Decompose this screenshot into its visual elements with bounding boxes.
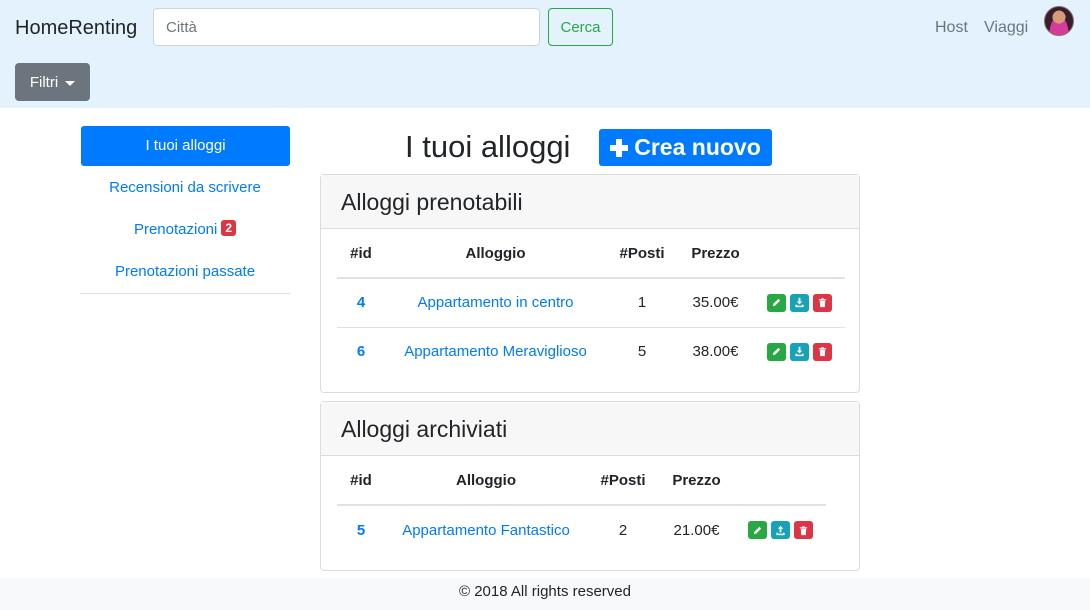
delete-button[interactable] [812, 342, 832, 361]
archive-button[interactable] [789, 293, 809, 312]
pencil-icon [772, 348, 780, 356]
listing-price: 38.00€ [692, 343, 739, 361]
listing-price: 35.00€ [678, 278, 753, 328]
row-actions [753, 278, 845, 328]
column-header-listing: Alloggio [385, 457, 587, 506]
column-header-actions [734, 457, 826, 506]
delete-button[interactable] [812, 293, 832, 312]
nav-host-link[interactable]: Host [935, 18, 968, 38]
table-row: 4 Appartamento in centro 1 35.00€ [337, 278, 845, 328]
listing-name-link[interactable]: Appartamento Fantastico [385, 505, 587, 554]
sidebar-nav: I tuoi alloggi Recensioni da scrivere Pr… [80, 126, 290, 294]
pencil-icon [772, 299, 780, 307]
bookings-count-badge: 2 [221, 220, 237, 236]
avatar[interactable] [1044, 6, 1074, 36]
column-header-id: #id [337, 230, 385, 279]
plus-icon [610, 138, 629, 157]
sidebar-item-label: Recensioni da scrivere [109, 179, 261, 196]
listing-name-link[interactable]: Appartamento Meraviglioso [385, 327, 606, 376]
table-header-row: #id Alloggio #Posti Prezzo [337, 457, 826, 506]
copyright-text: © 2018 All rights reserved [459, 583, 631, 600]
navbar: HomeRenting Cerca Host Viaggi Filtri [0, 0, 1090, 108]
sidebar-item-reviews-to-write[interactable]: Recensioni da scrivere [80, 168, 290, 210]
sidebar-item-bookings[interactable]: Prenotazioni 2 [80, 210, 290, 252]
delete-button[interactable] [793, 521, 813, 539]
trash-icon [799, 525, 807, 535]
column-header-actions [753, 230, 845, 279]
column-header-listing: Alloggio [385, 230, 606, 279]
column-header-price: Prezzo [678, 230, 753, 279]
row-actions [753, 327, 845, 376]
column-header-seats: #Posti [587, 457, 659, 506]
download-icon [794, 347, 804, 357]
archive-button[interactable] [789, 342, 809, 361]
listing-id-link[interactable]: 5 [337, 505, 385, 554]
table-header-row: #id Alloggio #Posti Prezzo [337, 230, 845, 279]
unarchive-button[interactable] [770, 521, 790, 539]
listing-price: 21.00€ [673, 521, 720, 539]
listing-seats: 2 [618, 521, 628, 539]
download-icon [794, 298, 804, 308]
table-row: 5 Appartamento Fantastico 2 21.00€ [337, 505, 826, 554]
sidebar-item-label: I tuoi alloggi [145, 137, 226, 154]
table-row: 6 Appartamento Meraviglioso 5 38.00€ [337, 327, 845, 376]
nav-trips-link[interactable]: Viaggi [984, 18, 1028, 38]
pencil-icon [753, 526, 761, 534]
bookable-listings-table: #id Alloggio #Posti Prezzo 4 Appartament… [337, 230, 845, 376]
listing-id-link[interactable]: 6 [337, 327, 385, 376]
upload-icon [775, 525, 785, 535]
footer: © 2018 All rights reserved [0, 578, 1090, 610]
brand-link[interactable]: HomeRenting [15, 15, 137, 41]
edit-button[interactable] [747, 521, 767, 539]
listing-id-link[interactable]: 4 [337, 278, 385, 328]
create-new-button[interactable]: Crea nuovo [599, 129, 772, 166]
bookable-listings-card: Alloggi prenotabili #id Alloggio #Posti … [320, 174, 860, 393]
trash-icon [818, 347, 826, 357]
archived-listings-table: #id Alloggio #Posti Prezzo 5 Appartament… [337, 457, 826, 554]
caret-down-icon [65, 80, 76, 86]
column-header-seats: #Posti [606, 230, 678, 279]
listing-seats: 5 [637, 343, 647, 361]
filters-label: Filtri [29, 73, 59, 91]
page-title: I tuoi alloggi [405, 129, 571, 164]
create-new-label: Crea nuovo [634, 134, 761, 160]
edit-button[interactable] [766, 293, 786, 312]
card-header: Alloggi prenotabili [321, 175, 859, 229]
archived-listings-card: Alloggi archiviati #id Alloggio #Posti P… [320, 401, 860, 571]
sidebar-item-past-bookings[interactable]: Prenotazioni passate [80, 252, 290, 294]
listing-seats: 1 [606, 278, 678, 328]
listing-name-link[interactable]: Appartamento in centro [385, 278, 606, 328]
column-header-id: #id [337, 457, 385, 506]
card-header: Alloggi archiviati [321, 402, 859, 456]
trash-icon [818, 298, 826, 308]
sidebar-item-your-listings[interactable]: I tuoi alloggi [81, 126, 290, 166]
filters-dropdown-button[interactable]: Filtri [15, 63, 90, 101]
search-input[interactable] [153, 8, 540, 46]
column-header-price: Prezzo [659, 457, 734, 506]
sidebar-item-label: Prenotazioni [133, 221, 218, 238]
sidebar-item-label: Prenotazioni passate [114, 263, 256, 280]
search-button[interactable]: Cerca [548, 8, 613, 46]
edit-button[interactable] [766, 342, 786, 361]
row-actions [734, 505, 826, 554]
